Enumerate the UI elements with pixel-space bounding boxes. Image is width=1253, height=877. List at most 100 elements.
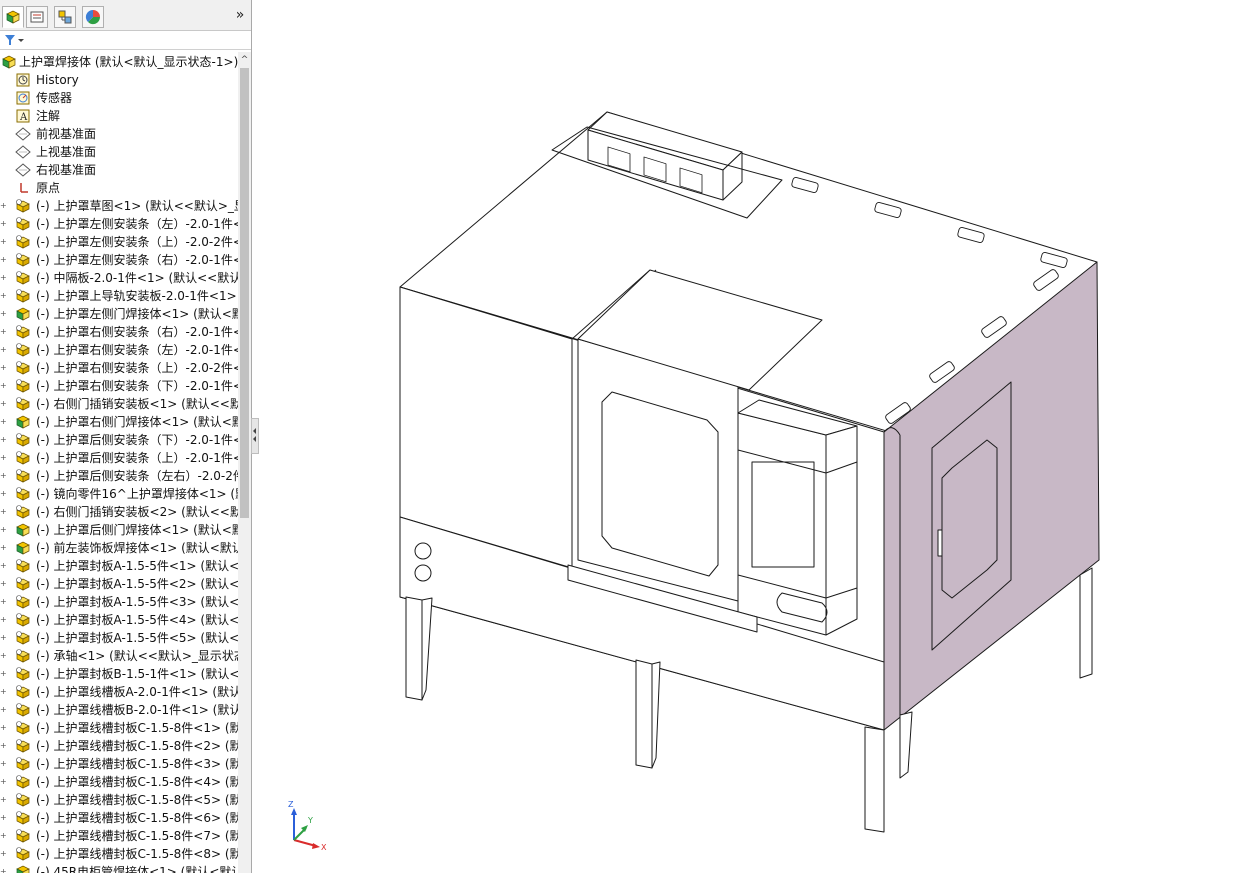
tree-scrollbar[interactable]: ^ <box>238 52 251 873</box>
expand-icon[interactable]: + <box>0 400 8 408</box>
expand-icon[interactable]: + <box>0 382 8 390</box>
expand-icon[interactable]: + <box>0 652 8 660</box>
tree-item[interactable]: 原点 <box>0 179 238 197</box>
expand-icon[interactable]: + <box>0 616 8 624</box>
tree-item[interactable]: + (-) 上护罩后侧安装条（下）-2.0-1件< <box>0 431 238 449</box>
expand-icon[interactable]: + <box>0 292 8 300</box>
expand-icon[interactable]: + <box>0 436 8 444</box>
tree-item[interactable]: + (-) 上护罩线槽封板C-1.5-8件<7> (默 <box>0 827 238 845</box>
expand-icon[interactable]: + <box>0 202 8 210</box>
tree-item[interactable]: + (-) 右侧门插销安装板<1> (默认<<默 <box>0 395 238 413</box>
chevron-right-icon[interactable]: » <box>233 7 247 23</box>
tree-item[interactable]: + (-) 上护罩右侧安装条（左）-2.0-1件< <box>0 341 238 359</box>
tree-item[interactable]: + (-) 上护罩封板A-1.5-5件<4> (默认< <box>0 611 238 629</box>
tree-item[interactable]: History <box>0 71 238 89</box>
tree-item[interactable]: + (-) 上护罩左侧安装条（上）-2.0-2件< <box>0 233 238 251</box>
expand-icon[interactable]: + <box>0 490 8 498</box>
expand-icon[interactable]: + <box>0 274 8 282</box>
tree-item[interactable]: + (-) 上护罩右侧安装条（上）-2.0-2件< <box>0 359 238 377</box>
tree-item[interactable]: + (-) 上护罩草图<1> (默认<<默认>_显 <box>0 197 238 215</box>
tree-item[interactable]: + (-) 上护罩封板A-1.5-5件<1> (默认< <box>0 557 238 575</box>
expand-icon[interactable]: + <box>0 688 8 696</box>
expand-icon[interactable]: + <box>0 544 8 552</box>
expand-icon[interactable]: + <box>0 778 8 786</box>
tree-item[interactable]: + (-) 镜向零件16^上护罩焊接体<1> (默 <box>0 485 238 503</box>
configuration-icon <box>58 10 72 24</box>
expand-icon[interactable]: + <box>0 850 8 858</box>
tree-item[interactable]: + (-) 上护罩左侧门焊接体<1> (默认<默 <box>0 305 238 323</box>
expand-icon[interactable]: + <box>0 472 8 480</box>
tree-item[interactable]: + (-) 上护罩后侧门焊接体<1> (默认<默 <box>0 521 238 539</box>
expand-icon[interactable]: + <box>0 508 8 516</box>
expand-icon[interactable]: + <box>0 220 8 228</box>
tree-item[interactable]: + (-) 上护罩后侧安装条（上）-2.0-1件< <box>0 449 238 467</box>
tree-item[interactable]: + (-) 上护罩左侧安装条（右）-2.0-1件< <box>0 251 238 269</box>
expand-icon[interactable]: + <box>0 868 8 874</box>
tree-root-item[interactable]: 上护罩焊接体 (默认<默认_显示状态-1>) <box>0 53 238 71</box>
tree-item[interactable]: + (-) 45R电柜管焊接体<1> (默认<默认 <box>0 863 238 873</box>
expand-icon[interactable]: + <box>0 706 8 714</box>
tree-item[interactable]: + (-) 上护罩线槽封板C-1.5-8件<3> (默 <box>0 755 238 773</box>
expand-icon[interactable]: + <box>0 238 8 246</box>
part-icon <box>15 234 31 250</box>
tree-item-label: (-) 上护罩左侧安装条（上）-2.0-2件< <box>36 235 238 249</box>
feature-tree-icon <box>6 10 20 24</box>
tree-item[interactable]: + (-) 承轴<1> (默认<<默认>_显示状态 <box>0 647 238 665</box>
tree-item-label: (-) 上护罩封板A-1.5-5件<1> (默认< <box>36 559 238 573</box>
tree-item[interactable]: + (-) 上护罩后侧安装条（左右）-2.0-2件 <box>0 467 238 485</box>
expand-icon[interactable]: + <box>0 364 8 372</box>
expand-icon[interactable]: + <box>0 724 8 732</box>
tree-item[interactable]: 前视基准面 <box>0 125 238 143</box>
tree-item[interactable]: + (-) 前左装饰板焊接体<1> (默认<默认 <box>0 539 238 557</box>
expand-icon[interactable]: + <box>0 526 8 534</box>
scroll-up-icon[interactable]: ^ <box>238 54 251 66</box>
tree-item[interactable]: + (-) 上护罩右侧门焊接体<1> (默认<默 <box>0 413 238 431</box>
tree-item[interactable]: + (-) 上护罩线槽封板C-1.5-8件<2> (默 <box>0 737 238 755</box>
expand-icon[interactable]: + <box>0 832 8 840</box>
tree-item[interactable]: 传感器 <box>0 89 238 107</box>
tree-item[interactable]: + (-) 上护罩线槽封板C-1.5-8件<8> (默 <box>0 845 238 863</box>
tree-item[interactable]: + (-) 上护罩封板A-1.5-5件<5> (默认< <box>0 629 238 647</box>
tree-item[interactable]: + (-) 上护罩封板A-1.5-5件<3> (默认< <box>0 593 238 611</box>
display-manager-tab[interactable] <box>82 6 104 28</box>
configuration-manager-tab[interactable] <box>54 6 76 28</box>
feature-manager-tab[interactable] <box>2 6 24 28</box>
tree-item[interactable]: + (-) 上护罩线槽板A-2.0-1件<1> (默认 <box>0 683 238 701</box>
tree-item[interactable]: + (-) 上护罩封板A-1.5-5件<2> (默认< <box>0 575 238 593</box>
filter-button[interactable] <box>2 32 26 48</box>
expand-icon[interactable]: + <box>0 670 8 678</box>
expand-icon[interactable]: + <box>0 418 8 426</box>
expand-icon[interactable]: + <box>0 742 8 750</box>
tree-item[interactable]: + (-) 上护罩线槽封板C-1.5-8件<5> (默 <box>0 791 238 809</box>
tree-item[interactable]: A 注解 <box>0 107 238 125</box>
expand-icon[interactable]: + <box>0 598 8 606</box>
expand-icon[interactable]: + <box>0 562 8 570</box>
expand-icon[interactable]: + <box>0 580 8 588</box>
expand-icon[interactable]: + <box>0 760 8 768</box>
graphics-area[interactable] <box>252 0 1253 873</box>
tree-item[interactable]: + (-) 中隔板-2.0-1件<1> (默认<<默认 <box>0 269 238 287</box>
expand-icon[interactable]: + <box>0 256 8 264</box>
tree-item[interactable]: + (-) 上护罩左侧安装条（左）-2.0-1件< <box>0 215 238 233</box>
property-manager-tab[interactable] <box>26 6 48 28</box>
tree-item[interactable]: + (-) 上护罩上导轨安装板-2.0-1件<1> <box>0 287 238 305</box>
expand-icon[interactable]: + <box>0 346 8 354</box>
tree-item[interactable]: + (-) 右侧门插销安装板<2> (默认<<默 <box>0 503 238 521</box>
expand-icon[interactable]: + <box>0 814 8 822</box>
tree-item[interactable]: + (-) 上护罩线槽封板C-1.5-8件<1> (默 <box>0 719 238 737</box>
tree-item[interactable]: + (-) 上护罩线槽封板C-1.5-8件<6> (默 <box>0 809 238 827</box>
tree-item[interactable]: + (-) 上护罩线槽板B-2.0-1件<1> (默认 <box>0 701 238 719</box>
tree-item[interactable]: 右视基准面 <box>0 161 238 179</box>
scroll-thumb[interactable] <box>240 68 249 518</box>
expand-icon[interactable]: + <box>0 328 8 336</box>
tree-item[interactable]: 上视基准面 <box>0 143 238 161</box>
expand-icon[interactable]: + <box>0 634 8 642</box>
expand-icon[interactable]: + <box>0 310 8 318</box>
expand-icon[interactable]: + <box>0 454 8 462</box>
tree-item[interactable]: + (-) 上护罩右侧安装条（下）-2.0-1件< <box>0 377 238 395</box>
tree-item[interactable]: + (-) 上护罩右侧安装条（右）-2.0-1件< <box>0 323 238 341</box>
tree-item-label: (-) 上护罩上导轨安装板-2.0-1件<1> <box>36 289 237 303</box>
tree-item[interactable]: + (-) 上护罩封板B-1.5-1件<1> (默认< <box>0 665 238 683</box>
expand-icon[interactable]: + <box>0 796 8 804</box>
tree-item[interactable]: + (-) 上护罩线槽封板C-1.5-8件<4> (默 <box>0 773 238 791</box>
